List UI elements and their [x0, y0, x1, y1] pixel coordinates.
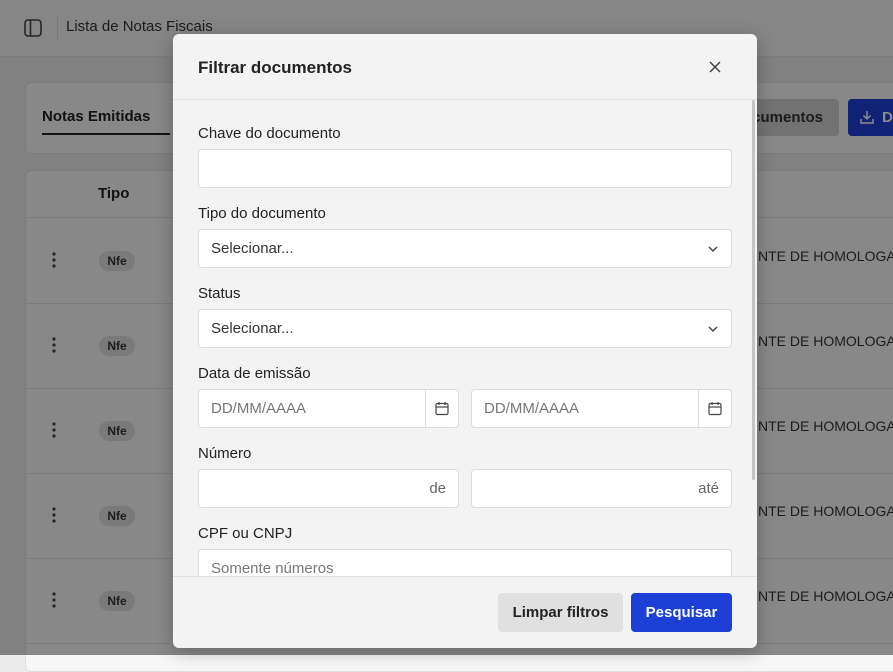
tipo-select-value: Selecionar... [211, 240, 294, 257]
chevron-down-icon [708, 326, 718, 333]
cpf-input[interactable] [199, 550, 731, 576]
modal-scrollbar[interactable] [752, 100, 755, 480]
data-emissao-label: Data de emissão [198, 365, 311, 382]
numero-to-field: até [471, 469, 732, 508]
tipo-select[interactable]: Selecionar... [198, 229, 732, 268]
status-label: Status [198, 285, 241, 302]
modal-title: Filtrar documentos [198, 58, 352, 77]
data-start-field [198, 389, 459, 428]
cpf-field-box [198, 549, 732, 576]
modal-footer: Limpar filtros Pesquisar [173, 576, 757, 648]
calendar-icon[interactable] [435, 401, 449, 416]
modal-header: Filtrar documentos [173, 34, 757, 100]
clear-filters-button[interactable]: Limpar filtros [498, 593, 623, 632]
status-select[interactable]: Selecionar... [198, 309, 732, 348]
search-button[interactable]: Pesquisar [631, 593, 732, 632]
numero-from-input[interactable] [199, 470, 419, 507]
chave-field-box [198, 149, 732, 188]
calendar-divider [698, 390, 699, 427]
numero-from-field: de [198, 469, 459, 508]
chevron-down-icon [708, 246, 718, 253]
numero-to-input[interactable] [472, 470, 692, 507]
calendar-icon[interactable] [708, 401, 722, 416]
numero-label: Número [198, 445, 252, 462]
data-end-field [471, 389, 732, 428]
numero-to-suffix: até [698, 480, 719, 497]
close-icon[interactable] [708, 60, 722, 74]
filter-modal: Filtrar documentos Chave do documento Ti… [173, 34, 757, 648]
data-start-input[interactable] [199, 390, 427, 427]
status-select-value: Selecionar... [211, 320, 294, 337]
numero-from-suffix: de [429, 480, 446, 497]
data-end-input[interactable] [472, 390, 700, 427]
modal-body: Chave do documento Tipo do documento Sel… [173, 100, 757, 576]
calendar-divider [425, 390, 426, 427]
cpf-label: CPF ou CNPJ [198, 525, 293, 542]
chave-label: Chave do documento [198, 125, 341, 142]
chave-input[interactable] [199, 150, 731, 187]
tipo-label: Tipo do documento [198, 205, 326, 222]
